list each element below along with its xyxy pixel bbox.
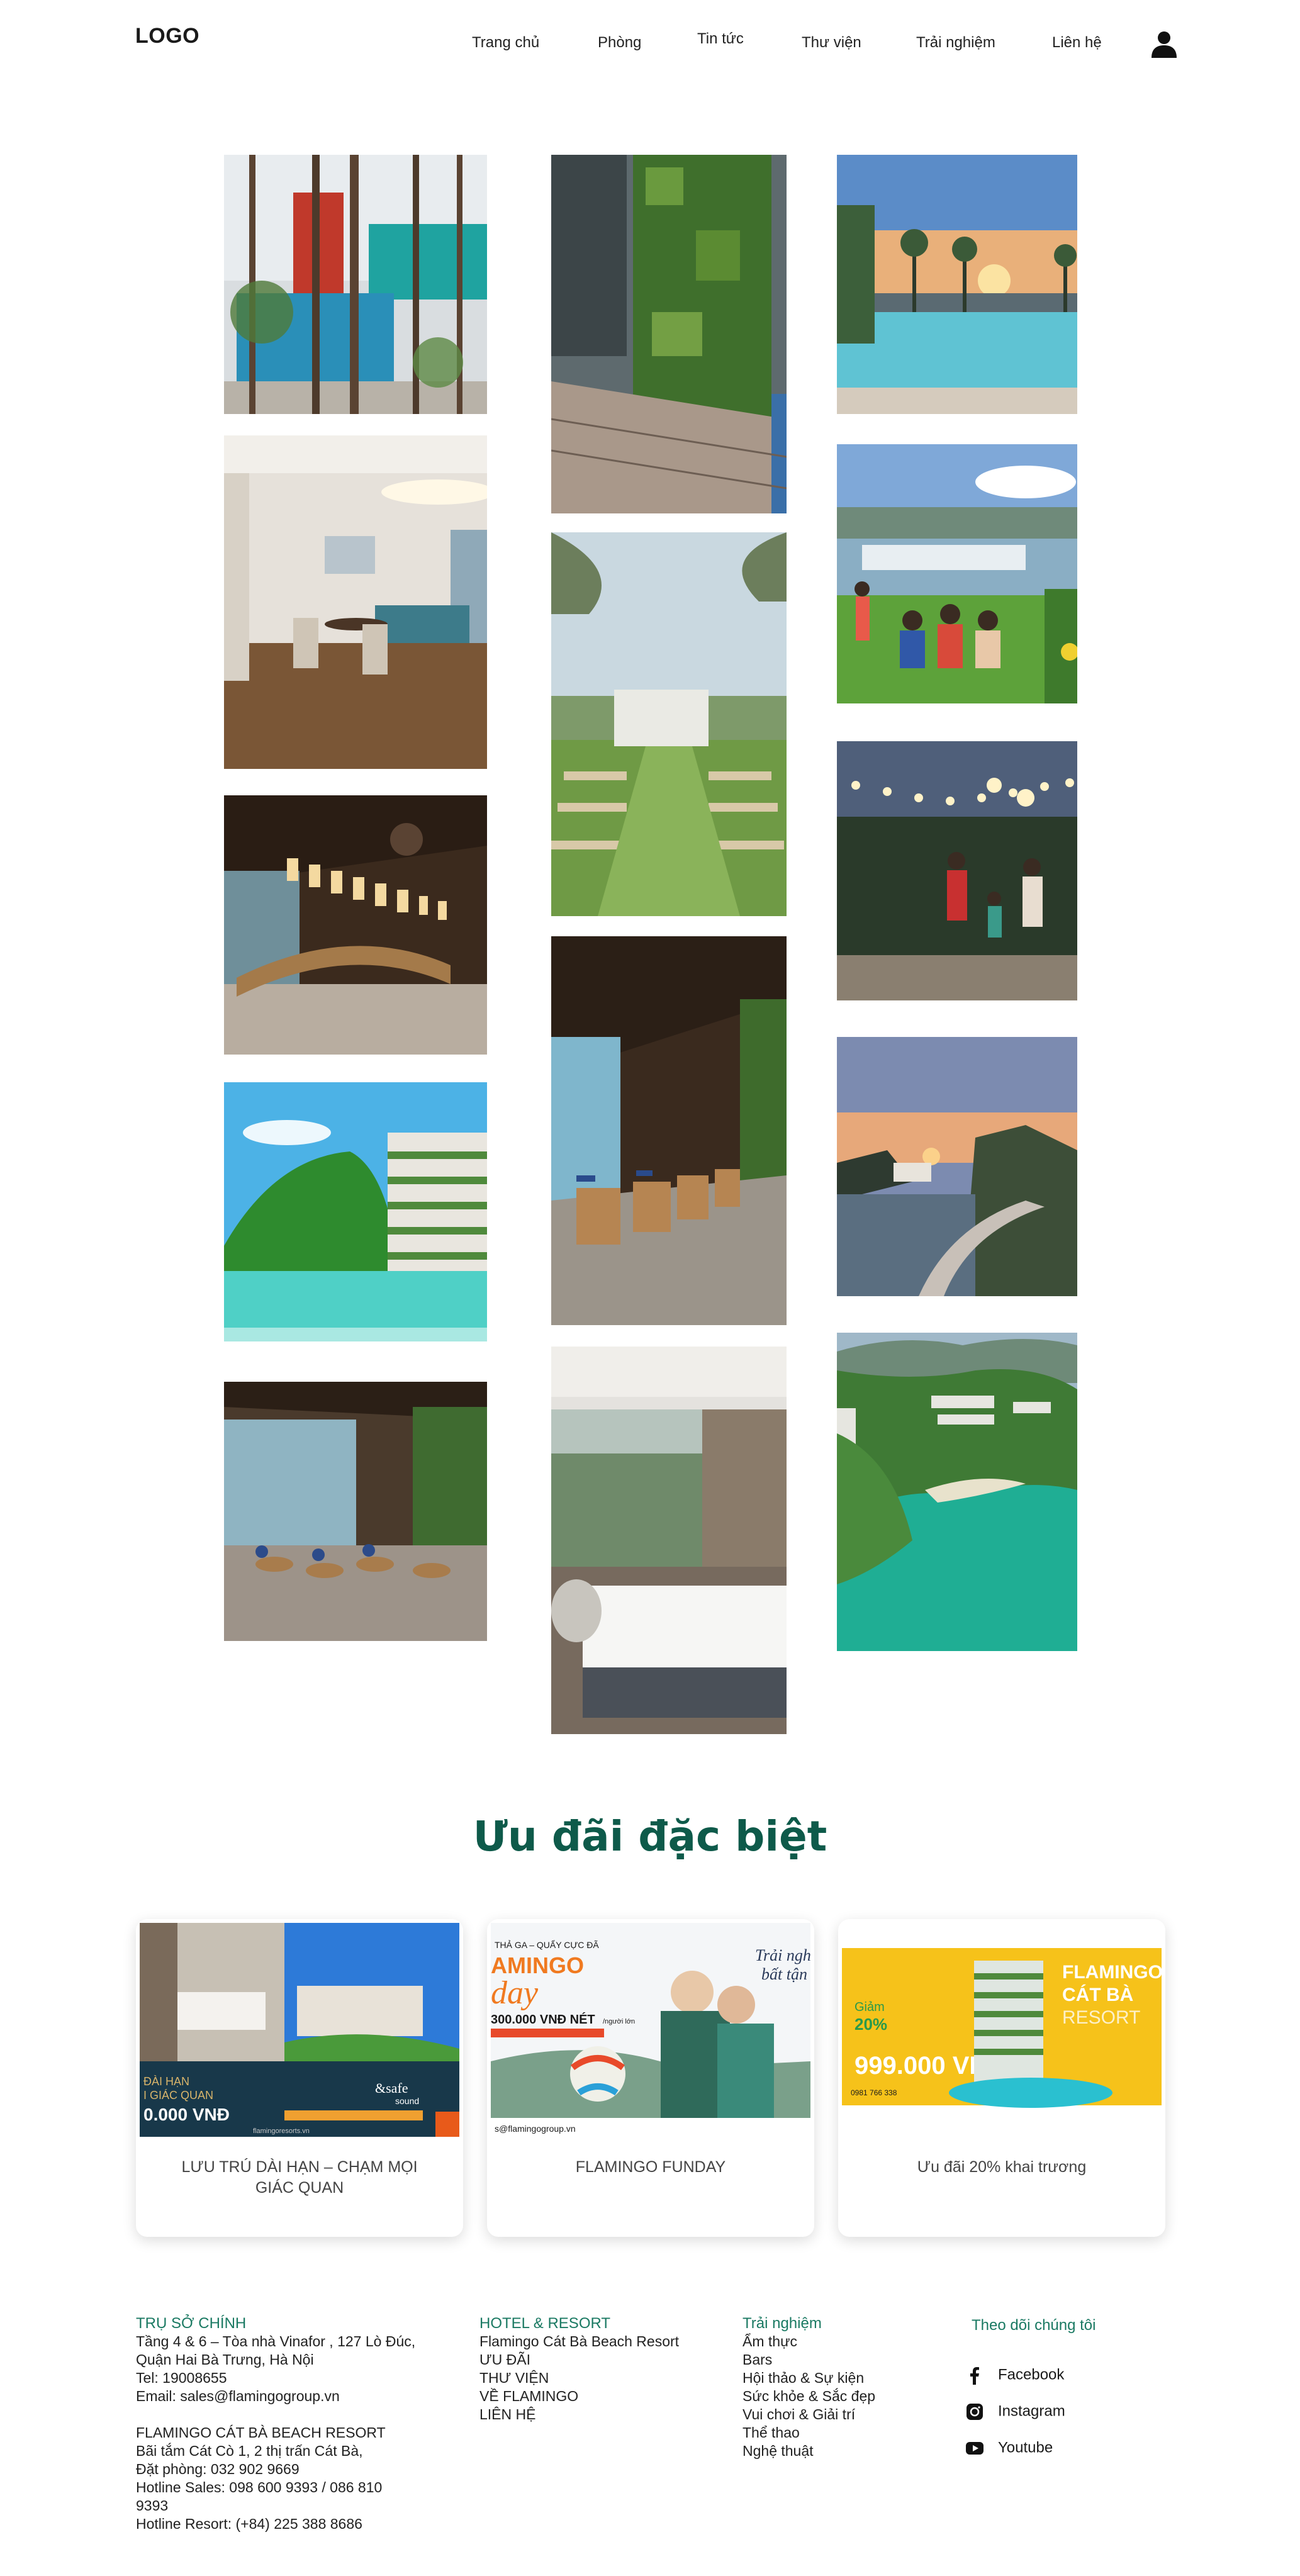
social-link-facebook[interactable]: Facebook [965,2366,1064,2385]
gallery-image-container-forest[interactable] [224,155,487,414]
footer-hotline-sales-cont: 9393 [136,2497,169,2514]
footer-experience-column: Trải nghiệm Ẩm thực Bars Hội thảo & Sự k… [742,2314,875,2460]
nav-item-contact[interactable]: Liên hệ [1052,34,1102,52]
gallery-image-bedroom[interactable] [551,1347,787,1734]
footer-link-cuisine[interactable]: Ẩm thực [742,2332,875,2351]
social-label-instagram: Instagram [998,2402,1065,2420]
footer-hotline-resort: Hotline Resort: (+84) 225 388 8686 [136,2516,362,2532]
footer-link-about[interactable]: VỀ FLAMINGO [479,2387,679,2405]
banner-text-long-stay-4: &safe [375,2080,408,2096]
site-header: LOGO Trang chủ Phòng Tin tức Thư viện Tr… [0,0,1300,88]
banner-text-long-stay-3: 0.000 VNĐ [143,2105,230,2124]
offer-banner-opening-discount: Giảm 20% 999.000 VNĐ 0981 766 338 FLAMIN… [842,1923,1162,2137]
banner-text-funday-6: s@flamingogroup.vn [495,2124,576,2134]
footer-address-line: Tầng 4 & 6 – Tòa nhà Vinafor , 127 Lò Đú… [136,2333,416,2349]
user-account-icon[interactable] [1149,29,1179,59]
gallery-image-sunset-pool[interactable] [837,155,1077,414]
footer-link-wellness[interactable]: Sức khỏe & Sắc đẹp [742,2387,875,2405]
gallery-image-evening-lights[interactable] [837,741,1077,1000]
gallery-image-bay-walkway[interactable] [837,1037,1077,1296]
gallery-image-restaurant-lanterns[interactable] [224,795,487,1055]
footer-contact-column: TRỤ SỞ CHÍNH Tầng 4 & 6 – Tòa nhà Vinafo… [136,2314,415,2533]
footer-resort-address: Bãi tắm Cát Cò 1, 2 thị trấn Cát Bà, [136,2443,363,2459]
footer-hotel-column: HOTEL & RESORT Flamingo Cát Bà Beach Res… [479,2314,679,2424]
offer-card-opening-discount[interactable]: Giảm 20% 999.000 VNĐ 0981 766 338 FLAMIN… [838,1919,1165,2237]
footer-resort-name: FLAMINGO CÁT BÀ BEACH RESORT [136,2424,386,2441]
footer-link-entertainment[interactable]: Vui chơi & Giải trí [742,2405,875,2424]
footer-link-art[interactable]: Nghệ thuật [742,2442,875,2460]
footer-link-resort[interactable]: Flamingo Cát Bà Beach Resort [479,2332,679,2351]
offer-label-long-stay: LƯU TRÚ DÀI HẠN – CHẠM MỌI GIÁC QUAN [181,2158,418,2197]
offers-section-title: Ưu đãi đặc biệt [473,1812,827,1861]
banner-text-long-stay-5: sound [395,2096,419,2106]
gallery-image-resort-beach[interactable] [224,1082,487,1341]
banner-text-funday-2: AMINGO [491,1952,584,1978]
social-label-facebook: Facebook [998,2366,1065,2383]
nav-item-library[interactable]: Thư viện [802,34,861,52]
gallery-image-family-picnic[interactable] [837,444,1077,703]
footer-link-contact[interactable]: LIÊN HỆ [479,2405,679,2424]
banner-text-discount-4: FLAMINGO [1062,1962,1162,1983]
gallery-image-living-room[interactable] [224,435,487,769]
banner-text-discount-2: 20% [855,2015,887,2034]
main-nav: Trang chủ Phòng Tin tức Thư viện Trải ng… [0,30,1300,59]
offer-card-funday[interactable]: THẢ GA – QUẨY CỰC ĐÃ AMINGO day 300.000 … [487,1919,814,2237]
footer-link-bars[interactable]: Bars [742,2351,875,2369]
footer-heading-follow: Theo dõi chúng tôi [972,2317,1096,2334]
youtube-icon [965,2439,984,2458]
footer-address-line: Quận Hai Bà Trưng, Hà Nội [136,2351,314,2368]
banner-text-funday-5: /người lớn [603,2018,635,2025]
banner-text-discount-6: RESORT [1062,2007,1140,2028]
footer-link-offers[interactable]: ƯU ĐÃI [479,2351,679,2369]
social-link-instagram[interactable]: Instagram [965,2402,1065,2421]
footer-link-sports[interactable]: Thể thao [742,2424,875,2442]
banner-text-discount-5: CÁT BÀ [1062,1984,1133,2005]
gallery-image-terrace-dining[interactable] [224,1382,487,1641]
offer-label-opening-discount: Ưu đãi 20% khai trương [917,2158,1087,2176]
facebook-icon [965,2366,984,2385]
banner-text-long-stay-6: flamingoresorts.vn [253,2127,310,2135]
banner-text-funday-8: bất tận [761,1965,807,1983]
footer-booking-phone: Đặt phòng: 032 902 9669 [136,2461,300,2477]
gallery-image-green-wall-deck[interactable] [551,155,787,513]
gallery-image-aerial-resort[interactable] [837,1333,1077,1651]
nav-item-news[interactable]: Tin tức [697,30,744,48]
footer-heading-headquarters: TRỤ SỞ CHÍNH [136,2315,247,2332]
banner-text-discount-7: 0981 766 338 [851,2088,897,2097]
banner-text-funday-3: day [491,1975,539,2011]
social-link-youtube[interactable]: Youtube [965,2439,1053,2458]
footer-hotline-sales: Hotline Sales: 098 600 9393 / 086 810 [136,2479,383,2495]
footer-phone-line: Tel: 19008655 [136,2370,227,2386]
nav-item-rooms[interactable]: Phòng [598,34,641,52]
banner-text-funday-7: Trải nghiệm [755,1946,810,1964]
gallery-image-wedding-lawn[interactable] [551,532,787,916]
footer-heading-experience: Trải nghiệm [742,2315,822,2332]
banner-text-long-stay-1: ĐÀI HẠN [143,2075,189,2088]
social-label-youtube: Youtube [998,2439,1053,2456]
footer-spacer [136,2405,415,2424]
offer-banner-long-stay: ĐÀI HẠN I GIÁC QUAN 0.000 VNĐ &safe soun… [140,1923,459,2137]
banner-text-funday-1: THẢ GA – QUẨY CỰC ĐÃ [495,1939,599,1950]
footer-email-line: Email: sales@flamingogroup.vn [136,2388,340,2404]
banner-text-discount-1: Giảm [855,2000,885,2014]
nav-item-home[interactable]: Trang chủ [472,34,539,52]
nav-item-experience[interactable]: Trải nghiệm [916,34,995,52]
banner-text-funday-4: 300.000 VNĐ NÉT [491,2012,595,2027]
footer-link-events[interactable]: Hội thảo & Sự kiện [742,2369,875,2387]
footer-link-library[interactable]: THƯ VIỆN [479,2369,679,2387]
offer-label-funday: FLAMINGO FUNDAY [575,2158,726,2176]
instagram-icon [965,2402,984,2421]
gallery-image-restaurant-interior[interactable] [551,936,787,1325]
offer-banner-funday: THẢ GA – QUẨY CỰC ĐÃ AMINGO day 300.000 … [491,1923,810,2137]
banner-text-long-stay-2: I GIÁC QUAN [143,2089,213,2102]
footer-heading-hotel: HOTEL & RESORT [479,2315,611,2332]
offer-card-long-stay[interactable]: ĐÀI HẠN I GIÁC QUAN 0.000 VNĐ &safe soun… [136,1919,463,2237]
